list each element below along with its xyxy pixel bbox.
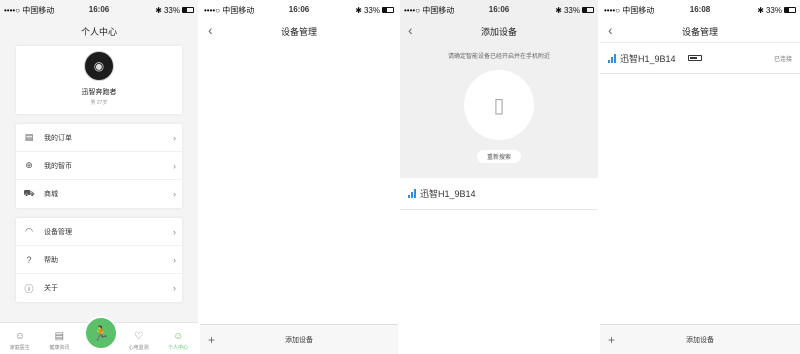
- scan-hint: 请确定智能设备已经开启并在手机附近: [447, 54, 550, 60]
- coin-icon: ⊕: [25, 160, 33, 170]
- chevron-right-icon: ›: [173, 132, 176, 143]
- page-title: 添加设备: [480, 26, 517, 37]
- chevron-right-icon: ›: [173, 226, 176, 237]
- add-device-label: 添加设备: [285, 336, 313, 344]
- back-icon[interactable]: ‹: [408, 23, 413, 37]
- tab-ecg[interactable]: ♡ 心电监测: [119, 323, 159, 354]
- menu-label: 关于: [44, 285, 58, 292]
- connection-status: 已连接: [773, 56, 792, 63]
- device-name: 迅智H1_9B14: [620, 53, 676, 64]
- page-title: 设备管理: [280, 26, 317, 37]
- about-icon: ⓘ: [24, 283, 34, 294]
- signal-icon: [408, 189, 416, 198]
- profile-card[interactable]: ◉ 迅智奔跑者 男 27岁: [16, 46, 182, 114]
- device-name: 迅智H1_9B14: [420, 189, 476, 199]
- avatar[interactable]: ◉: [84, 51, 114, 81]
- add-device-bar[interactable]: + 添加设备: [200, 324, 398, 354]
- nav-bar: ‹ 添加设备: [400, 20, 598, 42]
- tab-family-doctor[interactable]: ☺ 家庭医生: [0, 323, 40, 354]
- clock: 16:06: [288, 5, 310, 14]
- menu-item-mall[interactable]: ⛟ 商城 ›: [16, 180, 182, 208]
- chevron-right-icon: ›: [173, 160, 176, 171]
- scan-circle: ▯: [464, 70, 534, 140]
- tab-health-news[interactable]: ▤ 健康资讯: [40, 323, 80, 354]
- tab-label: 家庭医生: [9, 345, 30, 351]
- menu-label: 设备管理: [44, 228, 72, 236]
- tab-label: 健康资讯: [49, 345, 70, 351]
- scan-panel: 请确定智能设备已经开启并在手机附近 ▯ 重新搜索: [400, 42, 598, 178]
- chevron-right-icon: ›: [173, 283, 176, 293]
- clock: 16:06: [488, 5, 510, 14]
- back-icon[interactable]: ‹: [608, 23, 613, 37]
- connected-device-row[interactable]: 迅智H1_9B14 已连接: [600, 42, 800, 74]
- run-button[interactable]: 🏃: [84, 316, 118, 350]
- back-icon[interactable]: ‹: [208, 23, 213, 37]
- tab-label: 个人中心: [168, 345, 189, 351]
- menu-group-2: ◠ 设备管理 › ? 帮助 › ⓘ 关于 ›: [16, 218, 182, 302]
- clock: 16:08: [689, 5, 711, 14]
- screenshot-collage: ••••○ 中国移动 ✱ 33% 16:06 个人中心 ◉ 迅智奔跑者 男 27岁…: [0, 0, 800, 354]
- run-icon: 🏃: [92, 324, 110, 341]
- profile-name: 迅智奔跑者: [81, 89, 117, 96]
- device-battery-icon: [687, 55, 702, 61]
- add-device-bar[interactable]: + 添加设备: [600, 324, 800, 354]
- news-icon: ▤: [54, 331, 65, 342]
- heart-icon: ♡: [134, 331, 144, 342]
- tab-personal-center[interactable]: ☺ 个人中心: [158, 323, 198, 354]
- screen-personal-center: ••••○ 中国移动 ✱ 33% 16:06 个人中心 ◉ 迅智奔跑者 男 27岁…: [0, 0, 200, 354]
- menu-item-help[interactable]: ? 帮助 ›: [16, 246, 182, 274]
- menu-item-orders[interactable]: ▤ 我的订单 ›: [16, 124, 182, 152]
- menu-label: 我的订单: [44, 134, 72, 142]
- tab-label: 心电监测: [128, 345, 149, 351]
- screen-device-management-empty: ••••○ 中国移动 ✱ 33% 16:06 ‹ 设备管理 + 添加设备: [200, 0, 400, 354]
- device-icon: ◠: [25, 226, 33, 236]
- cart-icon: ⛟: [23, 188, 35, 198]
- nav-bar: ‹ 设备管理: [200, 20, 398, 42]
- nav-bar: ‹ 设备管理: [600, 20, 800, 42]
- add-device-label: 添加设备: [686, 336, 714, 344]
- chevron-right-icon: ›: [173, 254, 176, 265]
- device-row[interactable]: 迅智H1_9B14: [400, 178, 598, 210]
- menu-item-device-management[interactable]: ◠ 设备管理 ›: [16, 218, 182, 246]
- screen-add-device: ••••○ 中国移动 ✱ 33% 16:06 ‹ 添加设备 请确定智能设备已经开启并…: [400, 0, 600, 354]
- person-icon: ☺: [173, 331, 184, 342]
- plus-icon[interactable]: +: [208, 333, 215, 347]
- menu-item-about[interactable]: ⓘ 关于 ›: [16, 274, 182, 302]
- menu-group-1: ▤ 我的订单 › ⊕ 我的智币 › ⛟ 商城 ›: [16, 124, 182, 208]
- page-title: 个人中心: [80, 26, 117, 37]
- clock: 16:06: [88, 5, 110, 14]
- nav-bar: 个人中心: [0, 20, 198, 42]
- signal-icon: [608, 53, 616, 63]
- order-icon: ▤: [24, 132, 34, 142]
- help-icon: ?: [26, 254, 32, 265]
- rescan-button[interactable]: 重新搜索: [476, 150, 521, 163]
- profile-sub: 男 27岁: [90, 100, 108, 106]
- menu-item-coins[interactable]: ⊕ 我的智币 ›: [16, 152, 182, 180]
- phone-tap-icon: ▯: [493, 94, 505, 117]
- plus-icon[interactable]: +: [608, 333, 615, 347]
- screen-device-management-connected: ••••○ 中国移动 ✱ 33% 16:08 ‹ 设备管理 迅智H1_9B14 已连…: [600, 0, 800, 354]
- chevron-right-icon: ›: [173, 189, 176, 199]
- doctor-icon: ☺: [14, 331, 25, 342]
- menu-label: 帮助: [44, 256, 58, 264]
- menu-label: 我的智币: [44, 162, 72, 170]
- page-title: 设备管理: [681, 26, 718, 37]
- menu-label: 商城: [44, 191, 58, 198]
